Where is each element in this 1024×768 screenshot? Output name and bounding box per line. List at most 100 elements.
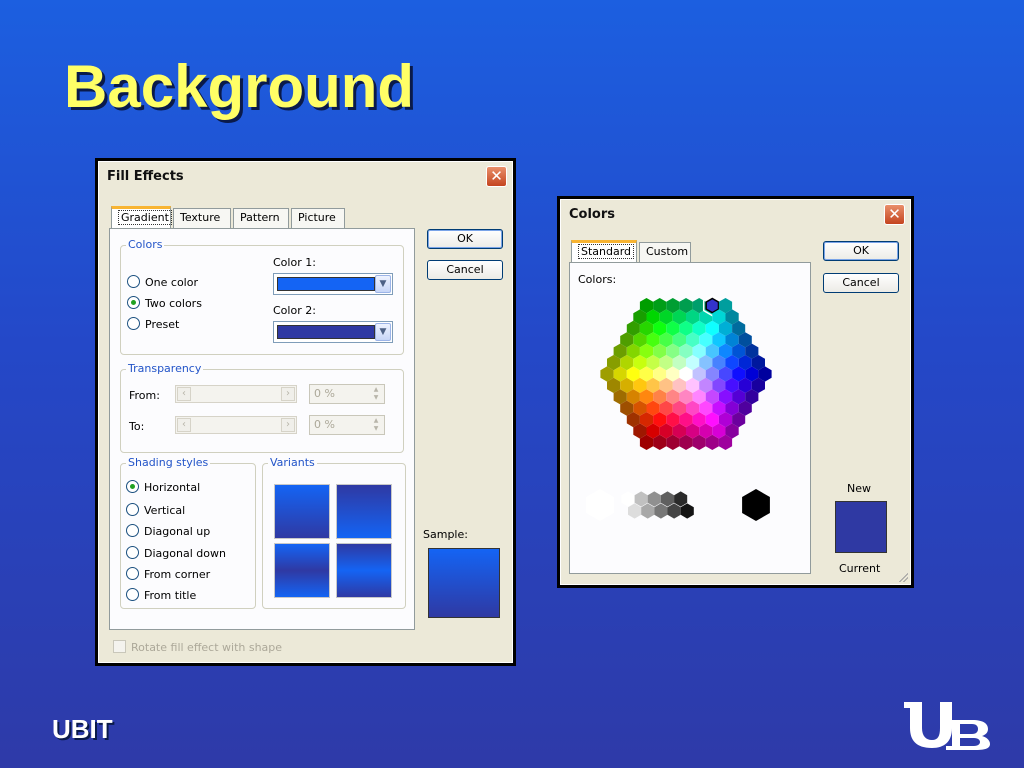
rotate-fill-checkbox-box[interactable] (113, 640, 126, 653)
colors-cancel-button[interactable]: Cancel (823, 273, 899, 293)
fill-effects-ok-button[interactable]: OK (427, 229, 503, 249)
tab-gradient-label: Gradient (118, 210, 172, 225)
tab-pattern[interactable]: Pattern (233, 208, 289, 228)
spinner-arrows-icon[interactable]: ▲ ▼ (369, 417, 383, 433)
colors-dialog-frame: Colors ✕ Standard Custom Colors: OK Canc… (557, 196, 914, 588)
vertical-radio-circle[interactable] (126, 503, 139, 516)
ub-logo (904, 702, 990, 750)
from-percent-spinner[interactable]: 0 % ▲ ▼ (309, 384, 385, 404)
shading-styles-legend: Shading styles (126, 456, 211, 469)
chevron-down-icon[interactable]: ▼ (375, 275, 391, 293)
grayscale-swatch[interactable] (621, 491, 635, 507)
colors-dialog: Colors ✕ Standard Custom Colors: OK Canc… (560, 199, 911, 585)
variant-4[interactable] (336, 543, 392, 598)
from-title-radio-circle[interactable] (126, 588, 139, 601)
horizontal-radio[interactable]: Horizontal (126, 480, 200, 496)
spinner-arrows-icon[interactable]: ▲ ▼ (369, 386, 383, 402)
grayscale-swatch[interactable] (634, 491, 648, 507)
colors-title: Colors (569, 207, 616, 222)
sample-label: Sample: (423, 528, 468, 541)
grayscale-swatch[interactable] (654, 503, 668, 519)
variant-1[interactable] (274, 484, 330, 539)
preset-radio-circle[interactable] (127, 317, 140, 330)
tab-standard-label: Standard (578, 244, 635, 259)
from-corner-radio-circle[interactable] (126, 567, 139, 580)
from-title-radio[interactable]: From title (126, 588, 196, 604)
two-colors-label: Two colors (145, 297, 202, 310)
chevron-down-icon[interactable]: ▼ (375, 323, 391, 341)
transparency-group: Transparency From: ‹ › 0 % ▲ ▼ To: ‹ › 0 … (120, 362, 404, 453)
two-colors-radio-circle[interactable] (127, 296, 140, 309)
from-title-label: From title (144, 589, 197, 602)
slide-title: Background (64, 53, 415, 120)
standard-tab-panel: Colors: (569, 262, 811, 574)
grayscale-swatch[interactable] (641, 503, 655, 519)
from-percent-value: 0 % (314, 387, 335, 400)
color-hexagon-palette[interactable] (570, 287, 810, 537)
palette-swatch-selected[interactable] (705, 297, 720, 314)
horizontal-radio-circle[interactable] (126, 480, 139, 493)
grayscale-swatch[interactable] (667, 503, 681, 519)
from-slider[interactable]: ‹ › (175, 385, 297, 403)
resize-grip-icon[interactable] (898, 572, 908, 582)
from-corner-label: From corner (144, 568, 211, 581)
slider-right-icon[interactable]: › (281, 418, 295, 432)
tab-picture[interactable]: Picture (291, 208, 345, 228)
fill-effects-cancel-button[interactable]: Cancel (427, 260, 503, 280)
slider-left-icon[interactable]: ‹ (177, 418, 191, 432)
colors-close-button[interactable]: ✕ (884, 204, 905, 225)
colors-group: Colors One color Two colors Preset Color… (120, 238, 404, 355)
variant-2[interactable] (336, 484, 392, 539)
colors-tab-strip: Standard Custom (571, 240, 731, 264)
diagonal-down-radio[interactable]: Diagonal down (126, 546, 226, 562)
tab-texture[interactable]: Texture (173, 208, 231, 228)
black-swatch[interactable] (742, 489, 770, 521)
grayscale-swatch[interactable] (660, 491, 675, 507)
variants-legend: Variants (268, 456, 317, 469)
tab-custom-label: Custom (646, 245, 689, 258)
colors-ok-button[interactable]: OK (823, 241, 899, 261)
rotate-fill-checkbox[interactable]: Rotate fill effect with shape (113, 640, 282, 654)
grayscale-swatch[interactable] (647, 491, 661, 507)
slider-left-icon[interactable]: ‹ (177, 387, 191, 401)
color2-dropdown[interactable]: ▼ (273, 321, 393, 343)
slider-right-icon[interactable]: › (281, 387, 295, 401)
variant-3[interactable] (274, 543, 330, 598)
tab-standard[interactable]: Standard (571, 240, 637, 262)
fill-effects-title: Fill Effects (107, 169, 184, 184)
tab-custom[interactable]: Custom (639, 242, 691, 262)
grayscale-swatch[interactable] (628, 503, 642, 519)
fill-effects-title-bar[interactable]: Fill Effects ✕ (99, 162, 512, 190)
to-percent-spinner[interactable]: 0 % ▲ ▼ (309, 415, 385, 435)
diagonal-up-radio[interactable]: Diagonal up (126, 524, 210, 540)
diagonal-down-radio-circle[interactable] (126, 546, 139, 559)
vertical-radio[interactable]: Vertical (126, 503, 185, 519)
color1-dropdown[interactable]: ▼ (273, 273, 393, 295)
to-slider[interactable]: ‹ › (175, 416, 297, 434)
one-color-radio-circle[interactable] (127, 275, 140, 288)
shading-styles-group: Shading styles Horizontal Vertical Diago… (120, 456, 256, 609)
one-color-radio[interactable]: One color (127, 275, 198, 291)
colors-title-bar[interactable]: Colors ✕ (561, 200, 910, 228)
footer-text: UBIT (52, 714, 113, 744)
tab-texture-label: Texture (180, 211, 221, 224)
grayscale-swatch[interactable] (674, 491, 688, 507)
close-icon: ✕ (490, 167, 503, 185)
diagonal-up-radio-circle[interactable] (126, 524, 139, 537)
color1-label: Color 1: (273, 256, 316, 269)
fill-effects-close-button[interactable]: ✕ (486, 166, 507, 187)
tab-gradient[interactable]: Gradient (111, 206, 172, 228)
two-colors-radio[interactable]: Two colors (127, 296, 202, 312)
gradient-tab-panel: Colors One color Two colors Preset Color… (109, 228, 415, 630)
colors-label: Colors: (578, 273, 617, 286)
fill-effects-frame: Fill Effects ✕ Gradient Texture Pattern … (95, 158, 516, 666)
current-color-label: Current (839, 562, 881, 575)
preset-radio[interactable]: Preset (127, 317, 179, 333)
fill-effects-tab-strip: Gradient Texture Pattern Picture (111, 206, 401, 230)
close-icon: ✕ (888, 205, 901, 223)
to-percent-value: 0 % (314, 418, 335, 431)
grayscale-swatch[interactable] (680, 503, 694, 519)
color1-swatch (277, 277, 375, 291)
from-corner-radio[interactable]: From corner (126, 567, 210, 583)
white-swatch[interactable] (586, 489, 614, 521)
